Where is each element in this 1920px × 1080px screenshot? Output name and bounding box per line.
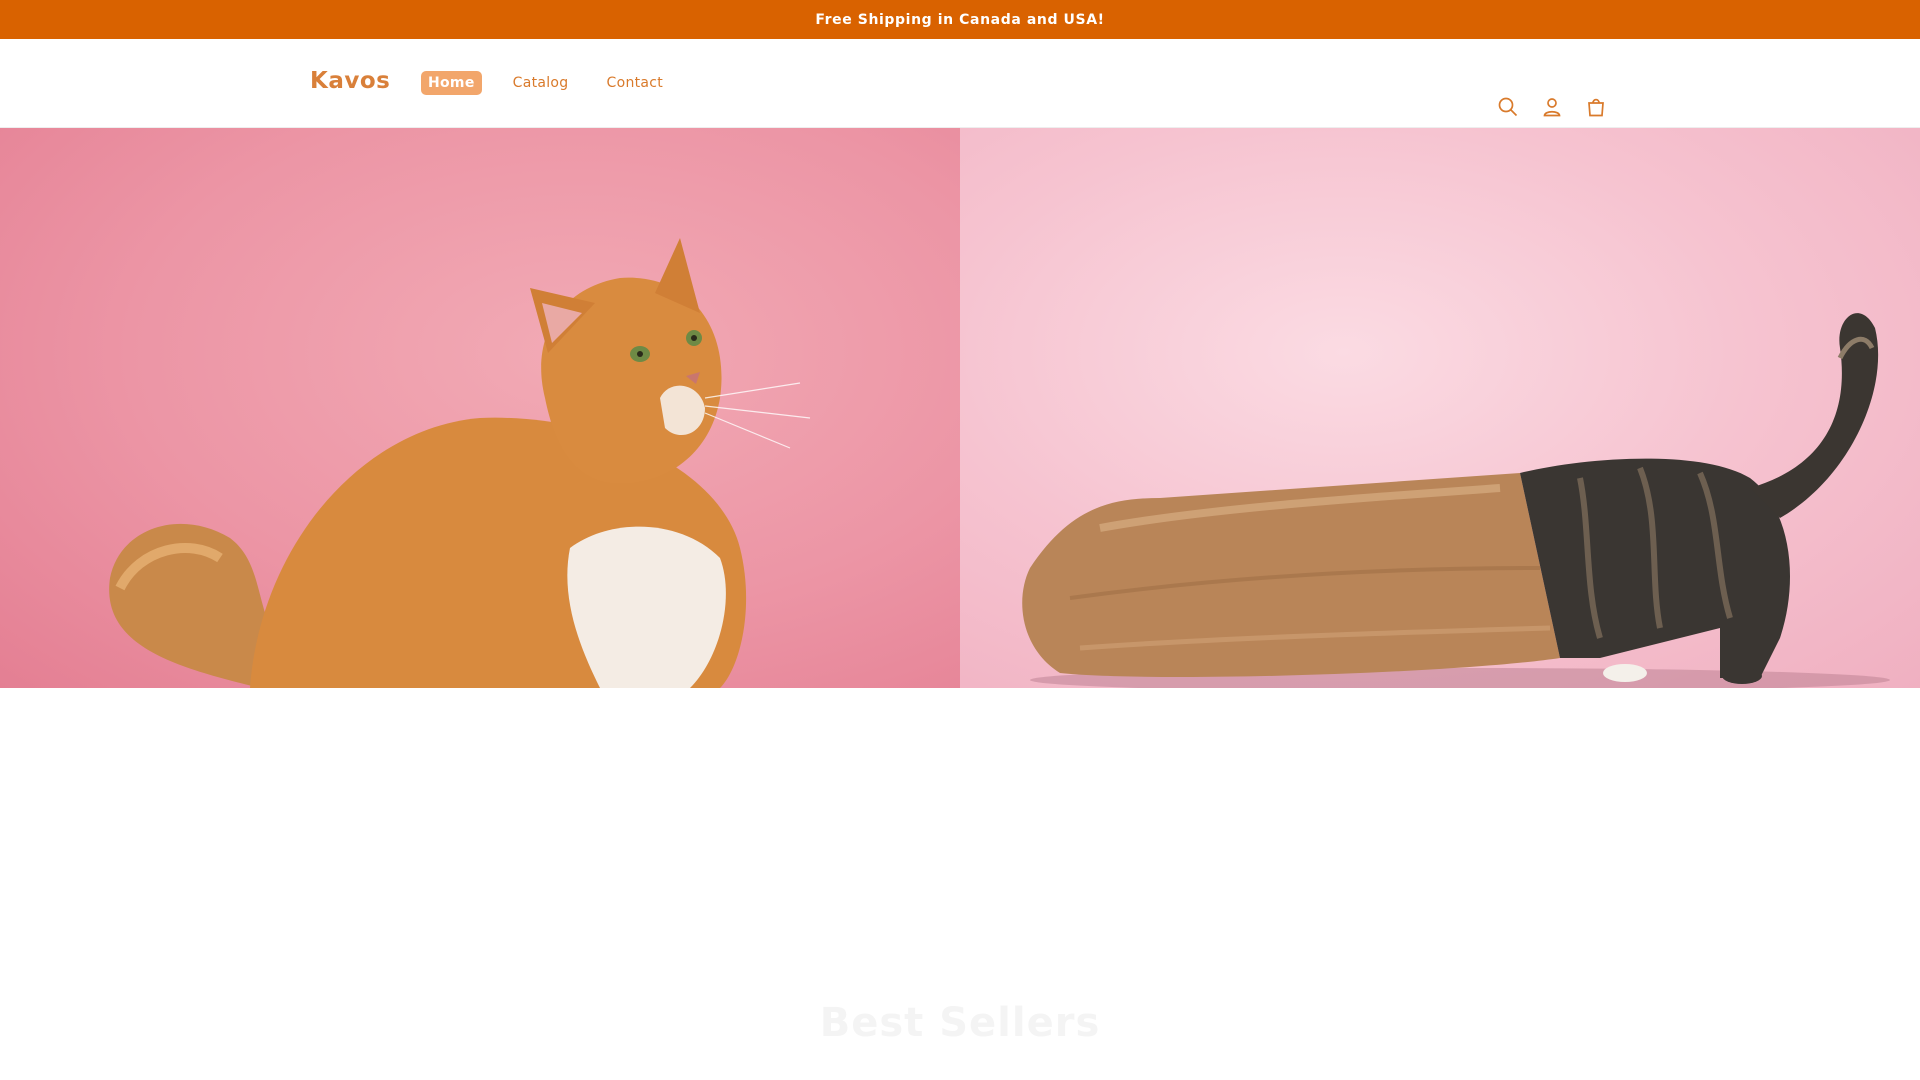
hero-banner bbox=[0, 128, 1920, 688]
nav-catalog[interactable]: Catalog bbox=[506, 71, 576, 95]
nav-home[interactable]: Home bbox=[421, 71, 482, 95]
best-sellers-title: Best Sellers bbox=[819, 1000, 1101, 1046]
nav-contact[interactable]: Contact bbox=[600, 71, 671, 95]
announcement-bar: Free Shipping in Canada and USA! bbox=[0, 0, 1920, 39]
main-nav: Home Catalog Contact bbox=[421, 71, 694, 95]
announcement-text: Free Shipping in Canada and USA! bbox=[815, 11, 1105, 28]
store-logo[interactable]: Kavos bbox=[310, 68, 390, 94]
cat-in-paper-bag-image bbox=[960, 128, 1920, 688]
orange-cat-image bbox=[0, 128, 960, 688]
header-icons bbox=[1486, 97, 1618, 129]
account-icon[interactable] bbox=[1530, 85, 1574, 129]
search-icon[interactable] bbox=[1486, 85, 1530, 129]
cart-icon[interactable] bbox=[1574, 85, 1618, 129]
site-header: Kavos Home Catalog Contact bbox=[0, 39, 1920, 128]
